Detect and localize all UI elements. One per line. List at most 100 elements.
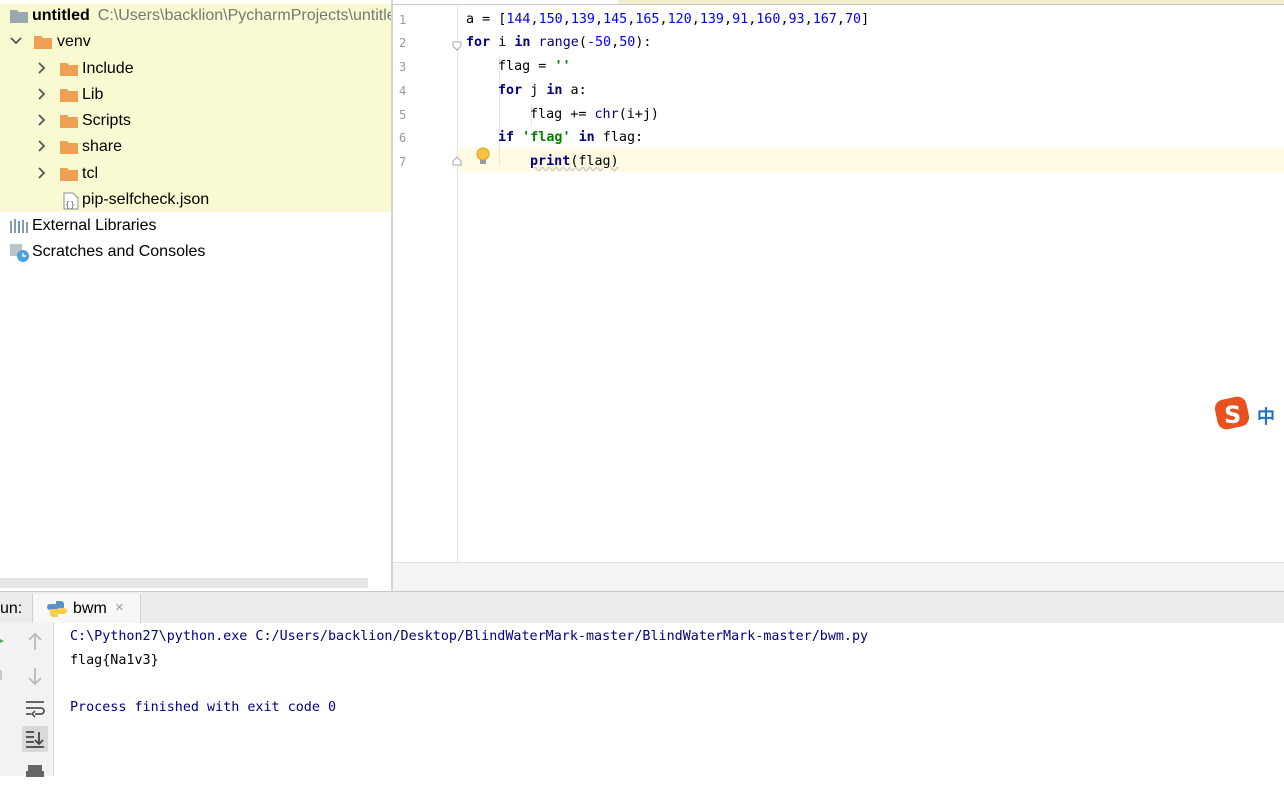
folder-icon [60,88,78,107]
list-number: 139 [570,12,595,27]
list-comma: , [804,12,813,27]
chevron-right-icon[interactable] [36,62,46,76]
tree-item-external-libraries[interactable]: External Libraries [0,213,391,239]
pin-icon[interactable] [0,699,20,725]
list-comma: , [691,12,700,27]
tree-item-tcl[interactable]: tcl [0,161,391,187]
console-exit-line: Process finished with exit code 0 [70,700,337,715]
tree-label: Scripts [82,112,131,129]
list-comma: , [724,12,733,27]
project-tree: untitled C:\Users\backlion\PycharmProject… [0,0,391,591]
list-comma: , [595,12,604,27]
scroll-to-end-icon[interactable] [22,726,48,752]
close-icon[interactable]: × [115,599,124,616]
list-number: 145 [603,12,628,27]
tree-item-pip-selfcheck[interactable]: {} pip-selfcheck.json [0,187,391,213]
fold-end-marker-icon[interactable] [452,153,462,166]
code-editor[interactable]: 1 2 3 4 5 6 7 a = [144,150,139,145,165,1… [393,0,1284,562]
list-number: 144 [506,12,531,27]
list-number: 150 [538,12,563,27]
svg-text:S: S [1224,401,1241,429]
list-number: 120 [667,12,692,27]
run-label: un: [0,600,23,617]
tree-item-venv[interactable]: venv [0,29,391,55]
line-number-gutter: 1 2 3 4 5 6 7 [393,5,458,562]
tree-item-include[interactable]: Include [0,56,391,82]
chevron-right-icon[interactable] [36,88,46,102]
chevron-right-icon[interactable] [36,114,46,128]
chevron-down-icon[interactable] [10,35,22,49]
run-tab-bwm[interactable]: bwm × [32,594,141,624]
folder-icon [60,167,78,186]
settings-icon[interactable] [0,739,20,765]
run-console[interactable]: C:\Python27\python.exe C:/Users/backlion… [54,623,1284,776]
run-tool-window-header: un: bwm × [0,591,1284,624]
code-line-1: a = [144,150,139,145,165,120,139,91,160,… [466,12,870,27]
folder-icon [60,62,78,81]
list-comma: , [659,12,668,27]
code-line-6: if 'flag' in flag: [498,130,644,145]
tree-root-untitled[interactable]: untitled C:\Users\backlion\PycharmProject… [0,3,391,29]
tree-label: pip-selfcheck.json [82,191,210,208]
editor-bottom-bar [393,562,1284,592]
root-name: untitled [32,7,90,24]
list-comma: , [562,12,571,27]
ime-indicator[interactable]: S 中 [1214,396,1284,432]
run-toolbar [0,623,54,777]
code-line-4: for j in a: [498,83,587,98]
root-path: C:\Users\backlion\PycharmProjects\untitl… [97,7,391,24]
line-number: 7 [399,155,407,169]
folder-icon [60,114,78,133]
sogou-logo-icon: S [1214,396,1254,437]
horizontal-scrollbar[interactable] [0,578,368,588]
stop-icon[interactable] [0,667,20,693]
code-line-7: print(flag) [530,154,619,169]
tree-item-scripts[interactable]: Scripts [0,108,391,134]
tree-label: tcl [82,165,98,182]
caret-row-highlight [393,148,1284,172]
tree-label: Lib [82,86,104,103]
fold-marker-icon[interactable] [452,38,462,51]
line-number: 6 [399,131,407,145]
soft-wrap-icon[interactable] [22,695,48,721]
list-comma: , [780,12,789,27]
rerun-icon[interactable] [0,633,20,659]
chevron-right-icon[interactable] [36,167,46,181]
ime-mode-label: 中 [1257,407,1275,428]
print-icon[interactable] [22,761,48,787]
tree-label: share [82,138,123,155]
run-tab-label: bwm [73,600,107,617]
line-number: 2 [399,36,407,50]
console-output-line: flag{Na1v3} [70,653,159,668]
tree-label: External Libraries [32,217,157,234]
folder-icon [60,140,78,159]
chevron-right-icon[interactable] [36,140,46,154]
json-file-icon: {} [63,192,79,215]
list-number: 139 [699,12,724,27]
lightbulb-icon[interactable] [475,147,491,167]
tree-label: Include [82,60,134,77]
scratches-icon [9,243,31,268]
code-line-3: flag = '' [498,59,571,74]
tree-item-lib[interactable]: Lib [0,82,391,108]
list-number: 91 [732,12,749,27]
list-number: 70 [844,12,862,27]
module-folder-icon [10,9,28,28]
line-number: 1 [399,13,407,27]
python-icon [47,600,67,623]
code-line-2: for i in range(-50,50): [466,35,652,50]
list-number: 93 [788,12,805,27]
arrow-down-icon[interactable] [22,663,48,689]
tree-label: Scratches and Consoles [32,243,206,260]
console-command-line: C:\Python27\python.exe C:/Users/backlion… [70,629,869,644]
list-number: 165 [635,12,660,27]
folder-icon [34,35,52,54]
tree-item-scratches[interactable]: Scratches and Consoles [0,239,391,265]
tree-item-share[interactable]: share [0,134,391,160]
arrow-up-icon[interactable] [22,629,48,655]
list-number: 167 [812,12,837,27]
library-icon [9,218,29,239]
tree-label: venv [57,33,91,50]
svg-text:{}: {} [65,200,75,209]
line-number: 4 [399,84,407,98]
